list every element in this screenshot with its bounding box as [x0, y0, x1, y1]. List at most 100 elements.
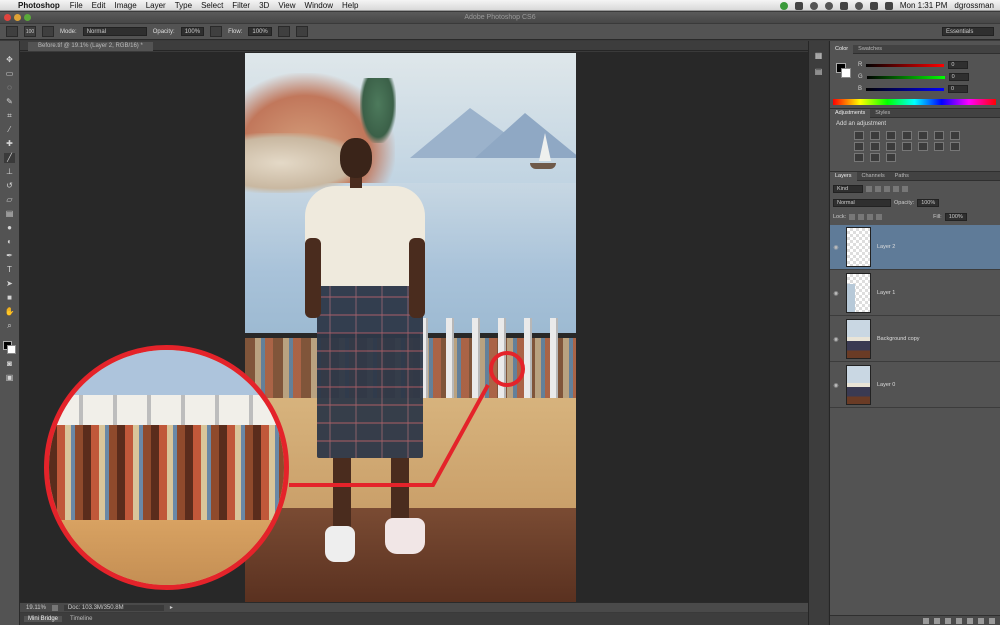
menu-view[interactable]: View — [278, 1, 295, 10]
brush-panel-toggle-icon[interactable] — [42, 26, 54, 37]
photo-filter-icon[interactable] — [886, 142, 896, 151]
status-export-icon[interactable] — [51, 604, 58, 611]
filter-smart-object-icon[interactable] — [902, 185, 908, 192]
minimize-window-button[interactable] — [14, 14, 21, 21]
zoom-level[interactable]: 19.11% — [26, 605, 46, 611]
quick-mask-icon[interactable]: ◙ — [4, 359, 15, 369]
marquee-tool-icon[interactable]: ▭ — [4, 69, 15, 79]
layer-filter-kind-select[interactable]: Kind — [833, 184, 863, 193]
layer-name[interactable]: Layer 0 — [877, 382, 895, 388]
menu-type[interactable]: Type — [175, 1, 192, 10]
green-value[interactable]: 0 — [948, 73, 969, 81]
curves-icon[interactable] — [886, 131, 896, 140]
properties-panel-icon[interactable]: ▤ — [813, 67, 824, 77]
status-menu-arrow-icon[interactable]: ▸ — [170, 604, 173, 611]
visibility-eye-icon[interactable]: ◉ — [830, 290, 842, 297]
menu-layer[interactable]: Layer — [146, 1, 166, 10]
pen-tool-icon[interactable]: ✒ — [4, 251, 15, 261]
new-layer-icon[interactable] — [978, 617, 984, 624]
brush-tool-icon[interactable]: ╱ — [4, 153, 15, 163]
layer-row-layer-2[interactable]: ◉ Layer 2 — [830, 225, 1000, 270]
layer-name[interactable]: Layer 1 — [877, 290, 895, 296]
delete-layer-icon[interactable] — [989, 617, 995, 624]
layer-name[interactable]: Background copy — [877, 336, 920, 342]
tab-timeline[interactable]: Timeline — [70, 616, 92, 622]
red-slider[interactable] — [866, 63, 945, 67]
visibility-eye-icon[interactable]: ◉ — [830, 244, 842, 251]
quick-select-tool-icon[interactable]: ✎ — [4, 97, 15, 107]
tab-layers[interactable]: Layers — [830, 171, 857, 181]
app-name-menu[interactable]: Photoshop — [18, 1, 60, 10]
gradient-map-icon[interactable] — [886, 153, 896, 162]
visibility-eye-icon[interactable]: ◉ — [830, 382, 842, 389]
wifi-icon[interactable] — [854, 1, 863, 10]
workspace-select[interactable]: Essentials — [942, 27, 994, 36]
time-machine-icon[interactable] — [824, 1, 833, 10]
tab-adjustments[interactable]: Adjustments — [830, 108, 871, 118]
evernote-icon[interactable] — [779, 1, 788, 10]
exposure-icon[interactable] — [902, 131, 912, 140]
tab-paths[interactable]: Paths — [890, 172, 914, 181]
blue-value[interactable]: 0 — [948, 85, 969, 93]
dropbox-icon[interactable] — [794, 1, 803, 10]
color-spectrum-bar[interactable] — [833, 99, 996, 105]
gradient-map-filter-icon[interactable] — [950, 131, 960, 140]
add-mask-icon[interactable] — [945, 617, 951, 624]
menu-select[interactable]: Select — [201, 1, 223, 10]
filter-shape-icon[interactable] — [893, 185, 899, 192]
flow-input[interactable]: 100% — [248, 27, 272, 36]
color-lookup-icon[interactable] — [918, 142, 928, 151]
shape-tool-icon[interactable]: ■ — [4, 293, 15, 303]
lock-transparent-icon[interactable] — [849, 213, 856, 220]
pressure-opacity-icon[interactable] — [210, 26, 223, 37]
mode-select[interactable]: Normal — [82, 27, 147, 36]
user-name[interactable]: dgrossman — [954, 1, 994, 10]
lock-position-icon[interactable] — [867, 213, 874, 220]
document-tab[interactable]: Before.tif @ 19.1% (Layer 2, RGB/16) * — [28, 42, 153, 51]
sync-icon[interactable] — [809, 1, 818, 10]
menu-edit[interactable]: Edit — [92, 1, 106, 10]
history-panel-icon[interactable]: ▦ — [813, 51, 824, 61]
healing-brush-tool-icon[interactable]: ✚ — [4, 139, 15, 149]
blend-mode-select[interactable]: Normal — [833, 198, 891, 207]
history-brush-tool-icon[interactable]: ↺ — [4, 181, 15, 191]
new-group-icon[interactable] — [967, 617, 973, 624]
hand-tool-icon[interactable]: ✋ — [4, 307, 15, 317]
fill-input[interactable]: 100% — [944, 212, 967, 221]
lock-image-icon[interactable] — [858, 213, 865, 220]
color-panel-background-swatch[interactable] — [841, 68, 851, 78]
posterize-icon[interactable] — [950, 142, 960, 151]
bluetooth-icon[interactable] — [839, 1, 848, 10]
layer-opacity-input[interactable]: 100% — [917, 198, 940, 207]
black-white-icon[interactable] — [870, 142, 880, 151]
tab-color[interactable]: Color — [830, 44, 854, 54]
crop-tool-icon[interactable]: ⌗ — [4, 111, 15, 121]
green-slider[interactable] — [866, 75, 945, 79]
zoom-tool-icon[interactable]: ⌕ — [4, 321, 15, 331]
type-tool-icon[interactable]: T — [4, 265, 15, 275]
document-photo[interactable] — [245, 53, 576, 602]
battery-icon[interactable] — [884, 1, 893, 10]
menu-image[interactable]: Image — [114, 1, 136, 10]
link-layers-icon[interactable] — [923, 617, 929, 624]
opacity-input[interactable]: 100% — [180, 27, 205, 36]
volume-icon[interactable] — [869, 1, 878, 10]
filter-type-icon[interactable] — [884, 185, 890, 192]
lasso-tool-icon[interactable]: ◌ — [4, 83, 15, 93]
color-balance-icon[interactable] — [854, 142, 864, 151]
pressure-size-icon[interactable] — [295, 26, 308, 37]
visibility-eye-icon[interactable]: ◉ — [830, 336, 842, 343]
tab-styles[interactable]: Styles — [870, 109, 895, 118]
gradient-tool-icon[interactable]: ▤ — [4, 209, 15, 219]
eraser-tool-icon[interactable]: ▱ — [4, 195, 15, 205]
menu-file[interactable]: File — [70, 1, 83, 10]
layer-style-icon[interactable] — [934, 617, 940, 624]
menu-3d[interactable]: 3D — [259, 1, 269, 10]
tab-swatches[interactable]: Swatches — [853, 45, 887, 54]
threshold-icon[interactable] — [854, 153, 864, 162]
path-selection-tool-icon[interactable]: ➤ — [4, 279, 15, 289]
menu-window[interactable]: Window — [305, 1, 333, 10]
blur-tool-icon[interactable]: ● — [4, 223, 15, 233]
brush-size-picker[interactable]: 100 — [24, 26, 36, 37]
selective-color-icon[interactable] — [870, 153, 880, 162]
